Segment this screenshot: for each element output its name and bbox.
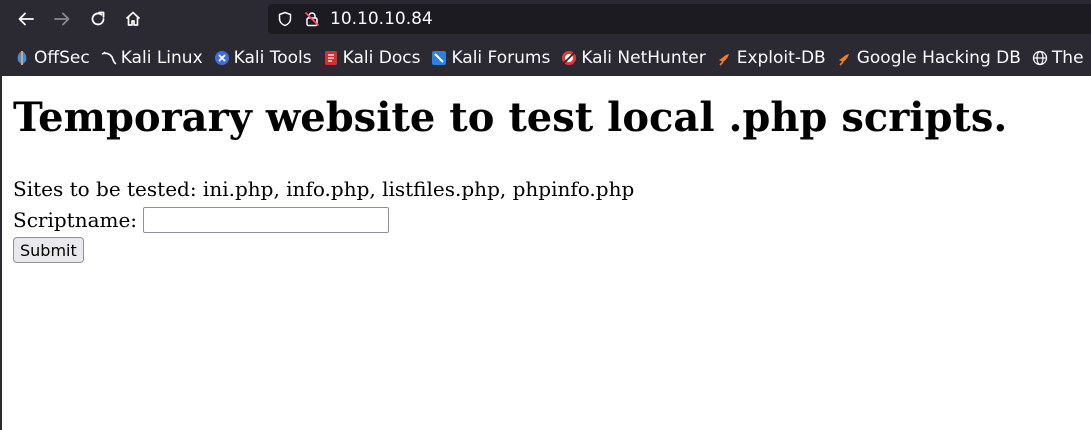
bookmark-kali-nethunter[interactable]: Kali NetHunter xyxy=(561,47,706,68)
bookmark-offsec[interactable]: OffSec xyxy=(14,48,90,68)
bookmark-label: The xyxy=(1051,47,1084,68)
reload-button[interactable] xyxy=(83,4,113,34)
page-content: Temporary website to test local .php scr… xyxy=(0,76,1091,430)
kali-forums-icon xyxy=(431,50,447,66)
bookmark-label: Kali Linux xyxy=(120,47,203,68)
bookmark-label: Kali NetHunter xyxy=(581,47,706,68)
scriptname-input[interactable] xyxy=(143,207,390,233)
globe-icon xyxy=(1032,50,1048,66)
page-title: Temporary website to test local .php scr… xyxy=(13,94,1008,141)
forward-button[interactable] xyxy=(47,4,77,34)
home-button[interactable] xyxy=(118,4,148,34)
bookmark-label: Kali Forums xyxy=(451,47,551,68)
kali-tools-icon xyxy=(214,50,230,66)
bookmark-label: OffSec xyxy=(34,47,90,68)
back-button[interactable] xyxy=(11,4,41,34)
kali-dragon-icon xyxy=(101,50,117,66)
bookmark-label: Kali Tools xyxy=(233,47,312,68)
submit-button[interactable]: Submit xyxy=(13,237,84,263)
ghdb-icon xyxy=(837,50,853,66)
home-icon xyxy=(125,11,141,26)
bookmark-kali-linux[interactable]: Kali Linux xyxy=(101,48,203,68)
sites-to-test-text: Sites to be tested: ini.php, info.php, l… xyxy=(13,177,635,201)
url-text[interactable]: 10.10.10.84 xyxy=(330,8,433,30)
reload-icon xyxy=(91,11,105,26)
bookmark-google-hacking-db[interactable]: Google Hacking DB xyxy=(837,48,1021,68)
offsec-icon xyxy=(14,50,30,66)
bookmark-the[interactable]: The xyxy=(1032,48,1084,68)
shield-icon[interactable] xyxy=(277,11,293,27)
bookmark-label: Kali Docs xyxy=(342,47,421,68)
bookmark-kali-forums[interactable]: Kali Forums xyxy=(431,48,550,68)
insecure-lock-icon[interactable] xyxy=(304,11,320,27)
bookmarks-toolbar: OffSec Kali Linux Kali Tools Kali Docs K… xyxy=(0,39,1091,76)
back-arrow-icon xyxy=(18,12,34,26)
bookmark-label: Google Hacking DB xyxy=(856,47,1021,68)
exploit-db-icon xyxy=(717,50,733,66)
url-bar[interactable]: 10.10.10.84 xyxy=(268,4,1091,34)
browser-chrome: 10.10.10.84 OffSec Kali Linux Kali Tools xyxy=(0,0,1091,76)
kali-docs-icon xyxy=(323,50,339,66)
forward-arrow-icon xyxy=(54,12,70,26)
navigation-toolbar: 10.10.10.84 xyxy=(0,0,1091,39)
kali-nethunter-icon xyxy=(561,50,577,66)
bookmark-exploit-db[interactable]: Exploit-DB xyxy=(717,48,826,68)
bookmark-label: Exploit-DB xyxy=(736,47,826,68)
scriptname-row: Scriptname: xyxy=(13,207,390,233)
bookmark-kali-docs[interactable]: Kali Docs xyxy=(323,47,421,68)
scriptname-label: Scriptname: xyxy=(13,208,138,232)
bookmark-kali-tools[interactable]: Kali Tools xyxy=(214,48,312,68)
